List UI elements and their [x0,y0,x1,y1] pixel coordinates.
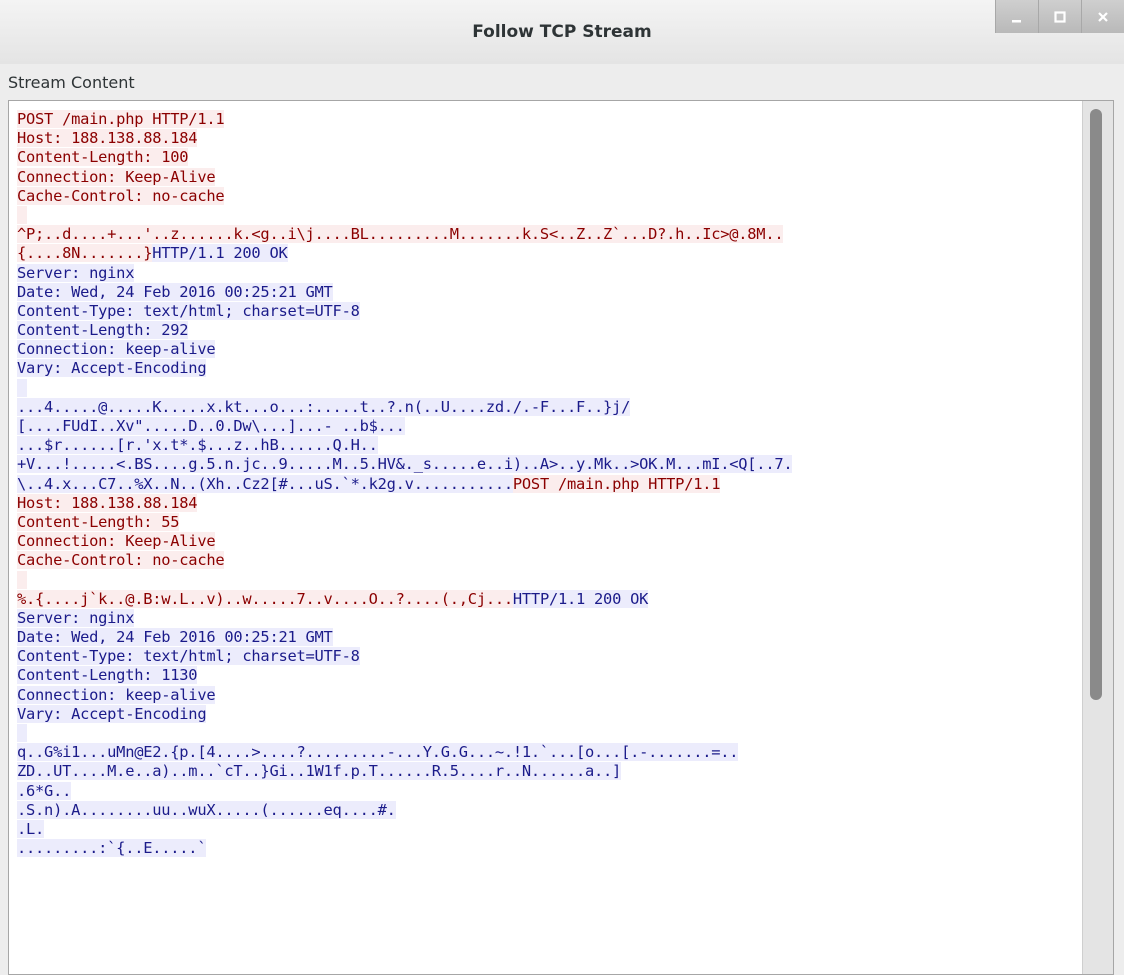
stream-line: Cache-Control: no-cache [17,551,1073,570]
stream-line: {....8N.......}HTTP/1.1 200 OK [17,244,1073,263]
window-title: Follow TCP Stream [472,22,652,42]
server-data-segment: HTTP/1.1 200 OK [512,589,649,608]
title-bar[interactable]: Follow TCP Stream [0,0,1124,64]
server-data-segment [17,378,28,397]
server-data-segment: ...$r......[r.'x.t*.$...z..hB......Q.H.. [17,436,378,455]
stream-line: Connection: keep-alive [17,340,1073,359]
client-data-segment: Host: 188.138.88.184 [17,129,198,148]
server-data-segment: HTTP/1.1 200 OK [152,244,288,263]
server-data-segment: Content-Type: text/html; charset=UTF-8 [17,647,360,666]
stream-line: ZD..UT....M.e..a)..m..`cT..}Gi..1W1f.p.T… [17,762,1073,781]
scrollbar-thumb[interactable] [1090,109,1102,701]
stream-line [17,378,1073,398]
stream-line: .S.n).A........uu..wuX.....(......eq....… [17,800,1073,820]
stream-line: Content-Length: 100 [17,148,1073,167]
minimize-button[interactable] [995,0,1038,33]
client-data-segment: %.{....j`k..@.B:w.L..v)..w.....7..v....O… [17,589,513,608]
client-data-segment [17,570,28,589]
stream-line: Server: nginx [17,263,1073,283]
server-data-segment [17,724,28,742]
server-data-segment: .........:`{..E.....` [17,839,207,858]
server-data-segment: +V...!.....<.BS....g.5.n.jc..9.....M..5.… [17,455,793,474]
close-button[interactable] [1081,0,1124,33]
stream-line [17,724,1073,743]
maximize-button[interactable] [1038,0,1081,33]
server-data-segment: [....FUdI..Xv".....D..0.Dw\...]...- ..b$… [17,417,405,435]
client-data-segment: Connection: Keep-Alive [17,167,216,186]
server-data-segment: Content-Length: 1130 [17,666,198,685]
stream-line [17,205,1073,225]
server-data-segment: Vary: Accept-Encoding [17,359,207,378]
stream-line: ...4.....@.....K.....x.kt...o...:.....t.… [17,397,1073,417]
client-data-segment: POST /main.php HTTP/1.1 [17,110,225,128]
stream-line: Content-Length: 1130 [17,666,1073,685]
stream-line: Vary: Accept-Encoding [17,704,1073,724]
stream-line: [....FUdI..Xv".....D..0.Dw\...]...- ..b$… [17,417,1073,436]
close-icon [1098,11,1108,22]
client-data-segment: ^P;..d....+...'..z......k.<g..i\j....BL.… [17,225,784,244]
stream-line: Connection: keep-alive [17,685,1073,705]
stream-line: .L. [17,819,1073,839]
stream-line: Vary: Accept-Encoding [17,359,1073,378]
stream-line: ^P;..d....+...'..z......k.<g..i\j....BL.… [17,225,1073,244]
stream-line [17,570,1073,590]
stream-line: .........:`{..E.....` [17,839,1073,858]
server-data-segment: q..G%i1...uMn@E2.{p.[4....>....?........… [17,743,739,762]
client-data-segment: Host: 188.138.88.184 [17,493,198,512]
stream-line: .6*G.. [17,781,1073,801]
client-data-segment: Content-Length: 55 [17,512,180,531]
server-data-segment: Server: nginx [17,263,135,282]
server-data-segment: .6*G.. [17,781,72,800]
server-data-segment: Content-Type: text/html; charset=UTF-8 [17,301,360,320]
client-data-segment: Connection: Keep-Alive [17,532,216,551]
client-data-segment [17,205,28,224]
stream-line: Cache-Control: no-cache [17,186,1073,206]
server-data-segment: Date: Wed, 24 Feb 2016 00:25:21 GMT [17,282,333,301]
stream-line: POST /main.php HTTP/1.1 [17,110,1073,129]
server-data-segment: .L. [17,819,45,838]
server-data-segment: Content-Length: 292 [17,321,189,340]
stream-line: +V...!.....<.BS....g.5.n.jc..9.....M..5.… [17,455,1073,474]
vertical-scrollbar[interactable] [1082,101,1113,974]
stream-line: Connection: Keep-Alive [17,167,1073,187]
maximize-icon [1054,10,1066,23]
stream-content-panel[interactable]: POST /main.php HTTP/1.1 Host: 188.138.88.… [8,100,1114,975]
stream-line: Date: Wed, 24 Feb 2016 00:25:21 GMT [17,282,1073,302]
window-controls [995,0,1124,33]
stream-line: Date: Wed, 24 Feb 2016 00:25:21 GMT [17,628,1073,647]
server-data-segment: Vary: Accept-Encoding [17,704,207,723]
stream-line: \..4.x...C7..%X..N..(Xh..Cz2[#...uS.`*.k… [17,474,1073,494]
server-data-segment: Connection: keep-alive [17,685,216,704]
client-data-segment: Content-Length: 100 [17,148,189,167]
stream-line: ...$r......[r.'x.t*.$...z..hB......Q.H.. [17,436,1073,455]
stream-line: Content-Length: 292 [17,321,1073,340]
server-data-segment: .S.n).A........uu..wuX.....(......eq....… [17,800,396,819]
server-data-segment: Connection: keep-alive [17,340,216,359]
server-data-segment: Date: Wed, 24 Feb 2016 00:25:21 GMT [17,628,333,647]
client-data-segment: Cache-Control: no-cache [17,186,225,205]
stream-line: %.{....j`k..@.B:w.L..v)..w.....7..v....O… [17,589,1073,609]
server-data-segment: ZD..UT....M.e..a)..m..`cT..}Gi..1W1f.p.T… [17,762,622,781]
stream-line: Server: nginx [17,608,1073,628]
stream-line: q..G%i1...uMn@E2.{p.[4....>....?........… [17,743,1073,762]
server-data-segment: ...4.....@.....K.....x.kt...o...:.....t.… [17,397,631,416]
client-data-segment: {....8N.......} [17,244,153,263]
stream-content-label: Stream Content [8,73,135,92]
stream-line: Content-Type: text/html; charset=UTF-8 [17,301,1073,321]
stream-line: Host: 188.138.88.184 [17,493,1073,513]
server-data-segment: \..4.x...C7..%X..N..(Xh..Cz2[#...uS.`*.k… [17,474,513,493]
stream-line: Host: 188.138.88.184 [17,129,1073,148]
minimize-icon [1012,19,1021,22]
client-data-segment: POST /main.php HTTP/1.1 [512,474,721,493]
client-data-segment: Cache-Control: no-cache [17,551,225,570]
stream-line: Connection: Keep-Alive [17,532,1073,551]
stream-line: Content-Type: text/html; charset=UTF-8 [17,647,1073,666]
server-data-segment: Server: nginx [17,608,135,627]
stream-line: Content-Length: 55 [17,512,1073,532]
stream-text-area[interactable]: POST /main.php HTTP/1.1 Host: 188.138.88.… [17,110,1073,858]
